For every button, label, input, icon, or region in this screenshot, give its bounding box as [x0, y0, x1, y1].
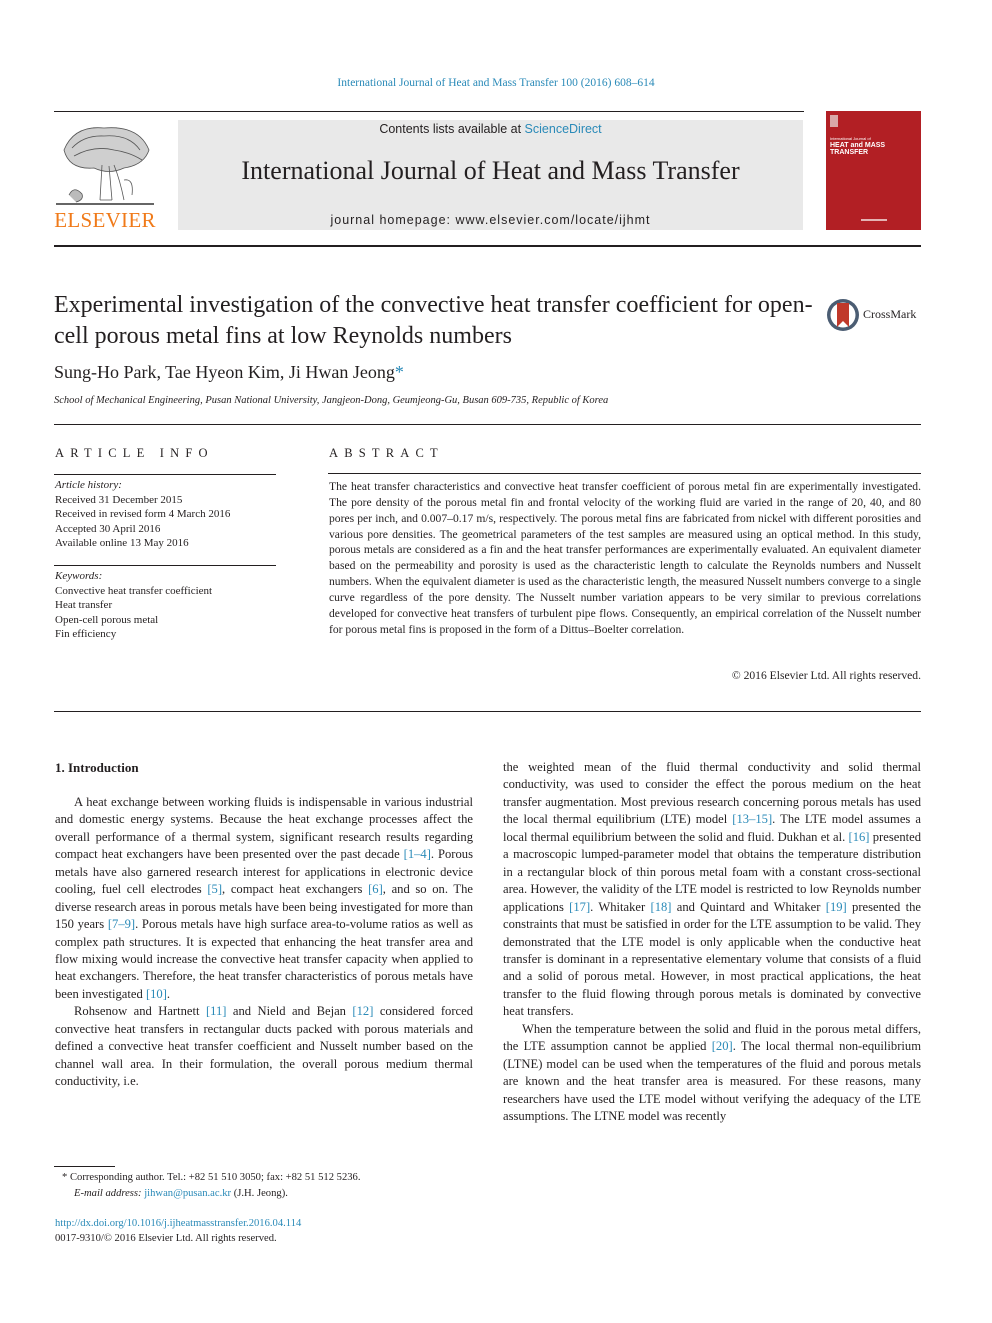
body-column-right: the weighted mean of the fluid thermal c…: [503, 759, 921, 1126]
author-list: Sung-Ho Park, Tae Hyeon Kim, Ji Hwan Jeo…: [54, 362, 404, 383]
footnote-rule: [54, 1166, 115, 1167]
citation-link[interactable]: [18]: [651, 900, 672, 914]
affiliation-rule: [54, 424, 921, 425]
citation-link[interactable]: [16]: [849, 830, 870, 844]
paragraph: A heat exchange between working fluids i…: [55, 794, 473, 1003]
author-affiliation: School of Mechanical Engineering, Pusan …: [54, 395, 609, 406]
history-received: Received 31 December 2015: [55, 493, 183, 506]
journal-homepage-link[interactable]: journal homepage: www.elsevier.com/locat…: [178, 213, 803, 227]
paragraph: Rohsenow and Hartnett [11] and Nield and…: [55, 1003, 473, 1090]
keyword-item: Fin efficiency: [55, 628, 117, 641]
corresponding-author-footnote: * Corresponding author. Tel.: +82 51 510…: [62, 1170, 361, 1202]
crossmark-badge[interactable]: CrossMark: [826, 297, 926, 333]
history-online: Available online 13 May 2016: [55, 537, 189, 550]
history-label: Article history:: [55, 479, 122, 491]
journal-banner: Contents lists available at ScienceDirec…: [178, 120, 803, 230]
citation-link[interactable]: [12]: [352, 1004, 373, 1018]
cover-emblem-icon: [830, 115, 838, 127]
paragraph-text: Rohsenow and Hartnett: [74, 1004, 206, 1019]
sciencedirect-link[interactable]: ScienceDirect: [525, 122, 602, 136]
paragraph-text: and Quintard and Whitaker: [671, 899, 826, 914]
cover-title-line2: TRANSFER: [830, 149, 869, 156]
history-accepted: Accepted 30 April 2016: [55, 522, 161, 535]
crossmark-icon: [827, 299, 859, 331]
header-bottom-rule: [54, 245, 921, 247]
elsevier-wordmark: ELSEVIER: [54, 208, 156, 232]
contents-prefix: Contents lists available at: [379, 122, 525, 136]
citation-link[interactable]: [11]: [206, 1004, 227, 1018]
paragraph: the weighted mean of the fluid thermal c…: [503, 759, 921, 1021]
authors-text: Sung-Ho Park, Tae Hyeon Kim, Ji Hwan Jeo…: [54, 362, 395, 382]
body-column-left: 1. Introduction A heat exchange between …: [55, 759, 473, 1091]
abstract-heading: ABSTRACT: [329, 446, 444, 460]
email-suffix: (J.H. Jeong).: [231, 1188, 288, 1199]
citation-link[interactable]: [20]: [712, 1039, 733, 1053]
citation-link[interactable]: [7–9]: [108, 917, 135, 931]
doi-block: http://dx.doi.org/10.1016/j.ijheatmasstr…: [55, 1216, 301, 1246]
email-link[interactable]: jihwan@pusan.ac.kr: [144, 1188, 231, 1199]
keyword-item: Open-cell porous metal: [55, 613, 159, 626]
journal-cover-thumbnail: International Journal of HEAT and MASS T…: [826, 111, 921, 230]
cover-footer-mark: [861, 219, 887, 221]
keywords-rule: [54, 565, 276, 566]
abstract-text: The heat transfer characteristics and co…: [329, 480, 921, 636]
keyword-item: Convective heat transfer coefficient: [55, 584, 213, 597]
crossmark-label: CrossMark: [863, 307, 917, 321]
abstract-rule: [328, 473, 921, 474]
citation-link[interactable]: [1–4]: [404, 847, 431, 861]
paragraph: When the temperature between the solid a…: [503, 1021, 921, 1126]
article-info-rule: [54, 474, 276, 475]
corresponding-author-link[interactable]: *: [395, 362, 404, 382]
citation-link[interactable]: [6]: [368, 882, 383, 896]
keyword-item: Heat transfer: [55, 599, 113, 612]
issn-copyright: 0017-9310/© 2016 Elsevier Ltd. All right…: [55, 1233, 277, 1244]
keywords-list: Keywords: Convective heat transfer coeff…: [55, 569, 212, 642]
history-revised: Received in revised form 4 March 2016: [55, 508, 231, 521]
keywords-label: Keywords:: [55, 570, 103, 582]
citation-link[interactable]: [5]: [207, 882, 222, 896]
citation-link[interactable]: [13–15]: [732, 812, 772, 826]
doi-link[interactable]: http://dx.doi.org/10.1016/j.ijheatmasstr…: [55, 1216, 301, 1231]
citation-link[interactable]: [17]: [569, 900, 590, 914]
article-title: Experimental investigation of the convec…: [54, 292, 813, 349]
article-history: Article history: Received 31 December 20…: [55, 478, 230, 551]
section-heading-introduction: 1. Introduction: [55, 760, 139, 775]
cover-title: HEAT and MASS TRANSFER: [830, 142, 885, 156]
cover-subtitle: International Journal of: [830, 136, 871, 141]
paragraph-text: , compact heat exchangers: [222, 882, 369, 897]
article-info-heading: ARTICLE INFO: [55, 446, 214, 460]
abstract-copyright: © 2016 Elsevier Ltd. All rights reserved…: [731, 669, 921, 682]
paragraph-text: presented the constraints that must be s…: [503, 899, 921, 1019]
journal-name: International Journal of Heat and Mass T…: [241, 156, 740, 185]
citation-link[interactable]: [19]: [826, 900, 847, 914]
running-head-citation[interactable]: International Journal of Heat and Mass T…: [0, 77, 992, 89]
citation-link[interactable]: [10]: [146, 987, 167, 1001]
contents-available-line: Contents lists available at ScienceDirec…: [178, 122, 803, 136]
footnote-mark: *: [62, 1172, 68, 1183]
footnote-contact: Corresponding author. Tel.: +82 51 510 3…: [69, 1172, 361, 1183]
paragraph-text: .: [166, 986, 171, 1001]
header-rule: [54, 111, 804, 112]
paragraph-text: and Nield and Bejan: [226, 1004, 353, 1019]
body-separator-rule: [54, 711, 921, 712]
email-label: E-mail address:: [74, 1188, 142, 1199]
paragraph-text: . Whitaker: [590, 899, 651, 914]
cover-title-line1: HEAT and MASS: [830, 142, 886, 149]
